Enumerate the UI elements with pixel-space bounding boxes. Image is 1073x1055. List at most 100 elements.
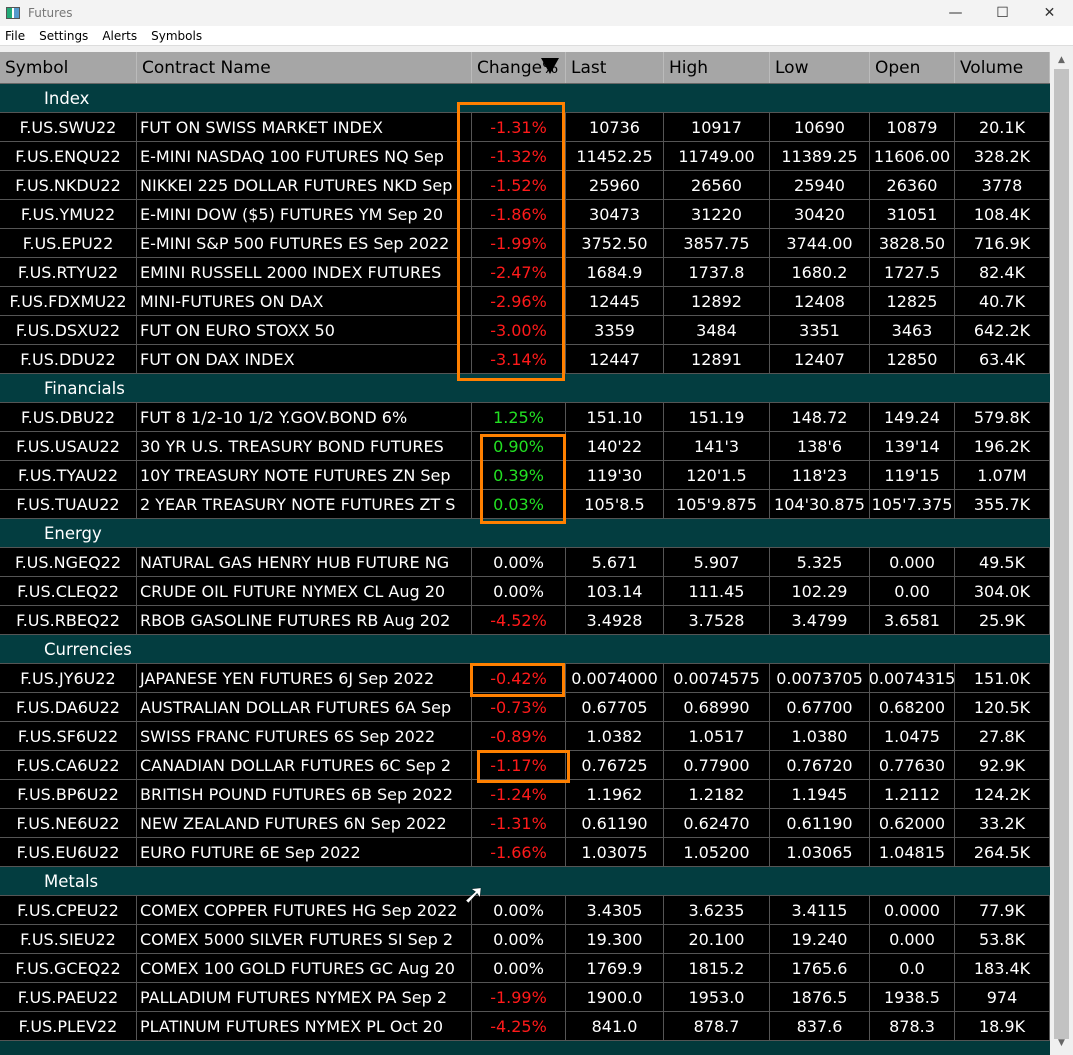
table-row[interactable]: F.US.TUAU22 2 YEAR TREASURY NOTE FUTURES … <box>0 490 1050 519</box>
table-row[interactable]: F.US.PLEV22 PLATINUM FUTURES NYMEX PL Oct… <box>0 1012 1050 1041</box>
cell-symbol: F.US.EU6U22 <box>0 838 137 866</box>
table-row[interactable]: F.US.PAEU22 PALLADIUM FUTURES NYMEX PA Se… <box>0 983 1050 1012</box>
cell-high: 3484 <box>664 316 770 344</box>
cell-contract-name: CRUDE OIL FUTURE NYMEX CL Aug 20 <box>137 577 472 605</box>
column-header-last[interactable]: Last <box>566 52 664 83</box>
minimize-button[interactable]: — <box>932 0 979 26</box>
group-header-energy[interactable]: Energy <box>0 519 1050 548</box>
cell-last: 30473 <box>566 200 664 228</box>
cell-last: 1.0382 <box>566 722 664 750</box>
column-header-low[interactable]: Low <box>770 52 870 83</box>
cell-last: 140'22 <box>566 432 664 460</box>
table-row[interactable]: F.US.EU6U22 EURO FUTURE 6E Sep 2022 -1.66%… <box>0 838 1050 867</box>
group-header-currencies[interactable]: Currencies <box>0 635 1050 664</box>
cell-symbol: F.US.CPEU22 <box>0 896 137 924</box>
cell-contract-name: AUSTRALIAN DOLLAR FUTURES 6A Sep <box>137 693 472 721</box>
column-header-volume[interactable]: Volume <box>955 52 1050 83</box>
table-row[interactable]: F.US.SIEU22 COMEX 5000 SILVER FUTURES SI … <box>0 925 1050 954</box>
cell-open: 149.24 <box>870 403 955 431</box>
scroll-up-icon[interactable]: ▲ <box>1050 52 1073 69</box>
cell-symbol: F.US.CLEQ22 <box>0 577 137 605</box>
cell-last: 151.10 <box>566 403 664 431</box>
cell-change: -4.25% <box>472 1012 566 1040</box>
table-row[interactable]: F.US.DA6U22 AUSTRALIAN DOLLAR FUTURES 6A … <box>0 693 1050 722</box>
column-header-contract-name[interactable]: Contract Name <box>137 52 472 83</box>
cell-high: 3.6235 <box>664 896 770 924</box>
cell-low: 0.76720 <box>770 751 870 779</box>
cell-volume: 33.2K <box>955 809 1050 837</box>
scrollbar-thumb[interactable] <box>1054 69 1069 1039</box>
table-row[interactable]: F.US.DSXU22 FUT ON EURO STOXX 50 -3.00% 335… <box>0 316 1050 345</box>
cell-symbol: F.US.RTYU22 <box>0 258 137 286</box>
table-row[interactable]: F.US.DDU22 FUT ON DAX INDEX -3.14% 12447 128… <box>0 345 1050 374</box>
menu-file[interactable]: File <box>5 29 25 43</box>
cell-high: 0.0074575 <box>664 664 770 692</box>
table-row[interactable]: F.US.JY6U22 JAPANESE YEN FUTURES 6J Sep 2… <box>0 664 1050 693</box>
menu-settings[interactable]: Settings <box>39 29 88 43</box>
group-header-metals[interactable]: Metals <box>0 867 1050 896</box>
cell-symbol: F.US.NKDU22 <box>0 171 137 199</box>
table-row[interactable]: F.US.USAU22 30 YR U.S. TREASURY BOND FUTU… <box>0 432 1050 461</box>
menu-symbols[interactable]: Symbols <box>151 29 202 43</box>
cell-contract-name: E-MINI DOW ($5) FUTURES YM Sep 20 <box>137 200 472 228</box>
cell-low: 102.29 <box>770 577 870 605</box>
table-row[interactable]: F.US.NGEQ22 NATURAL GAS HENRY HUB FUTURE … <box>0 548 1050 577</box>
cell-low: 0.0073705 <box>770 664 870 692</box>
cell-symbol: F.US.FDXMU22 <box>0 287 137 315</box>
cell-last: 0.61190 <box>566 809 664 837</box>
close-button[interactable]: ✕ <box>1026 0 1073 26</box>
table-row[interactable]: F.US.CLEQ22 CRUDE OIL FUTURE NYMEX CL Aug… <box>0 577 1050 606</box>
table-row[interactable]: F.US.YMU22 E-MINI DOW ($5) FUTURES YM Sep… <box>0 200 1050 229</box>
cell-contract-name: NEW ZEALAND FUTURES 6N Sep 2022 <box>137 809 472 837</box>
menu-alerts[interactable]: Alerts <box>102 29 137 43</box>
cell-high: 26560 <box>664 171 770 199</box>
cell-contract-name: COMEX COPPER FUTURES HG Sep 2022 <box>137 896 472 924</box>
cell-open: 0.68200 <box>870 693 955 721</box>
maximize-button[interactable]: ☐ <box>979 0 1026 26</box>
cell-contract-name: FUT 8 1/2-10 1/2 Y.GOV.BOND 6% <box>137 403 472 431</box>
scroll-down-icon[interactable]: ▼ <box>1050 1038 1073 1055</box>
table-row[interactable]: F.US.CPEU22 COMEX COPPER FUTURES HG Sep 2… <box>0 896 1050 925</box>
cell-open: 31051 <box>870 200 955 228</box>
table-row[interactable]: F.US.RBEQ22 RBOB GASOLINE FUTURES RB Aug … <box>0 606 1050 635</box>
cell-high: 105'9.875 <box>664 490 770 518</box>
cell-last: 12445 <box>566 287 664 315</box>
table-row[interactable]: F.US.SF6U22 SWISS FRANC FUTURES 6S Sep 20… <box>0 722 1050 751</box>
column-header-symbol[interactable]: Symbol <box>0 52 137 83</box>
cell-high: 11749.00 <box>664 142 770 170</box>
cell-volume: 196.2K <box>955 432 1050 460</box>
cell-last: 3359 <box>566 316 664 344</box>
cell-low: 25940 <box>770 171 870 199</box>
column-header-high[interactable]: High <box>664 52 770 83</box>
table-row[interactable]: F.US.CA6U22 CANADIAN DOLLAR FUTURES 6C Se… <box>0 751 1050 780</box>
table-row[interactable]: F.US.BP6U22 BRITISH POUND FUTURES 6B Sep … <box>0 780 1050 809</box>
column-header-open[interactable]: Open <box>870 52 955 83</box>
cell-open: 0.0000 <box>870 896 955 924</box>
cell-change: -1.32% <box>472 142 566 170</box>
cell-open: 0.0074315 <box>870 664 955 692</box>
table-row[interactable]: F.US.NE6U22 NEW ZEALAND FUTURES 6N Sep 20… <box>0 809 1050 838</box>
table-row[interactable]: F.US.FDXMU22 MINI-FUTURES ON DAX -2.96% 124… <box>0 287 1050 316</box>
table-row[interactable]: F.US.NKDU22 NIKKEI 225 DOLLAR FUTURES NKD… <box>0 171 1050 200</box>
cell-high: 1737.8 <box>664 258 770 286</box>
group-header-index[interactable]: Index <box>0 84 1050 113</box>
cell-low: 12408 <box>770 287 870 315</box>
cell-change: 0.03% <box>472 490 566 518</box>
cell-volume: 20.1K <box>955 113 1050 141</box>
group-header-financials[interactable]: Financials <box>0 374 1050 403</box>
cell-contract-name: JAPANESE YEN FUTURES 6J Sep 2022 <box>137 664 472 692</box>
table-row[interactable]: F.US.SWU22 FUT ON SWISS MARKET INDEX -1.31… <box>0 113 1050 142</box>
mouse-cursor-icon: ➚ <box>463 880 485 910</box>
table-row[interactable]: F.US.ENQU22 E-MINI NASDAQ 100 FUTURES NQ … <box>0 142 1050 171</box>
cell-last: 103.14 <box>566 577 664 605</box>
cell-high: 1.0517 <box>664 722 770 750</box>
cell-open: 1938.5 <box>870 983 955 1011</box>
table-row[interactable]: F.US.TYAU22 10Y TREASURY NOTE FUTURES ZN … <box>0 461 1050 490</box>
cell-open: 3.6581 <box>870 606 955 634</box>
vertical-scrollbar[interactable]: ▲ ▼ <box>1050 52 1073 1055</box>
table-row[interactable]: F.US.RTYU22 EMINI RUSSELL 2000 INDEX FUTU… <box>0 258 1050 287</box>
table-row[interactable]: F.US.GCEQ22 COMEX 100 GOLD FUTURES GC Aug… <box>0 954 1050 983</box>
table-row[interactable]: F.US.DBU22 FUT 8 1/2-10 1/2 Y.GOV.BOND 6%… <box>0 403 1050 432</box>
cell-change: -1.52% <box>472 171 566 199</box>
table-row[interactable]: F.US.EPU22 E-MINI S&P 500 FUTURES ES Sep … <box>0 229 1050 258</box>
